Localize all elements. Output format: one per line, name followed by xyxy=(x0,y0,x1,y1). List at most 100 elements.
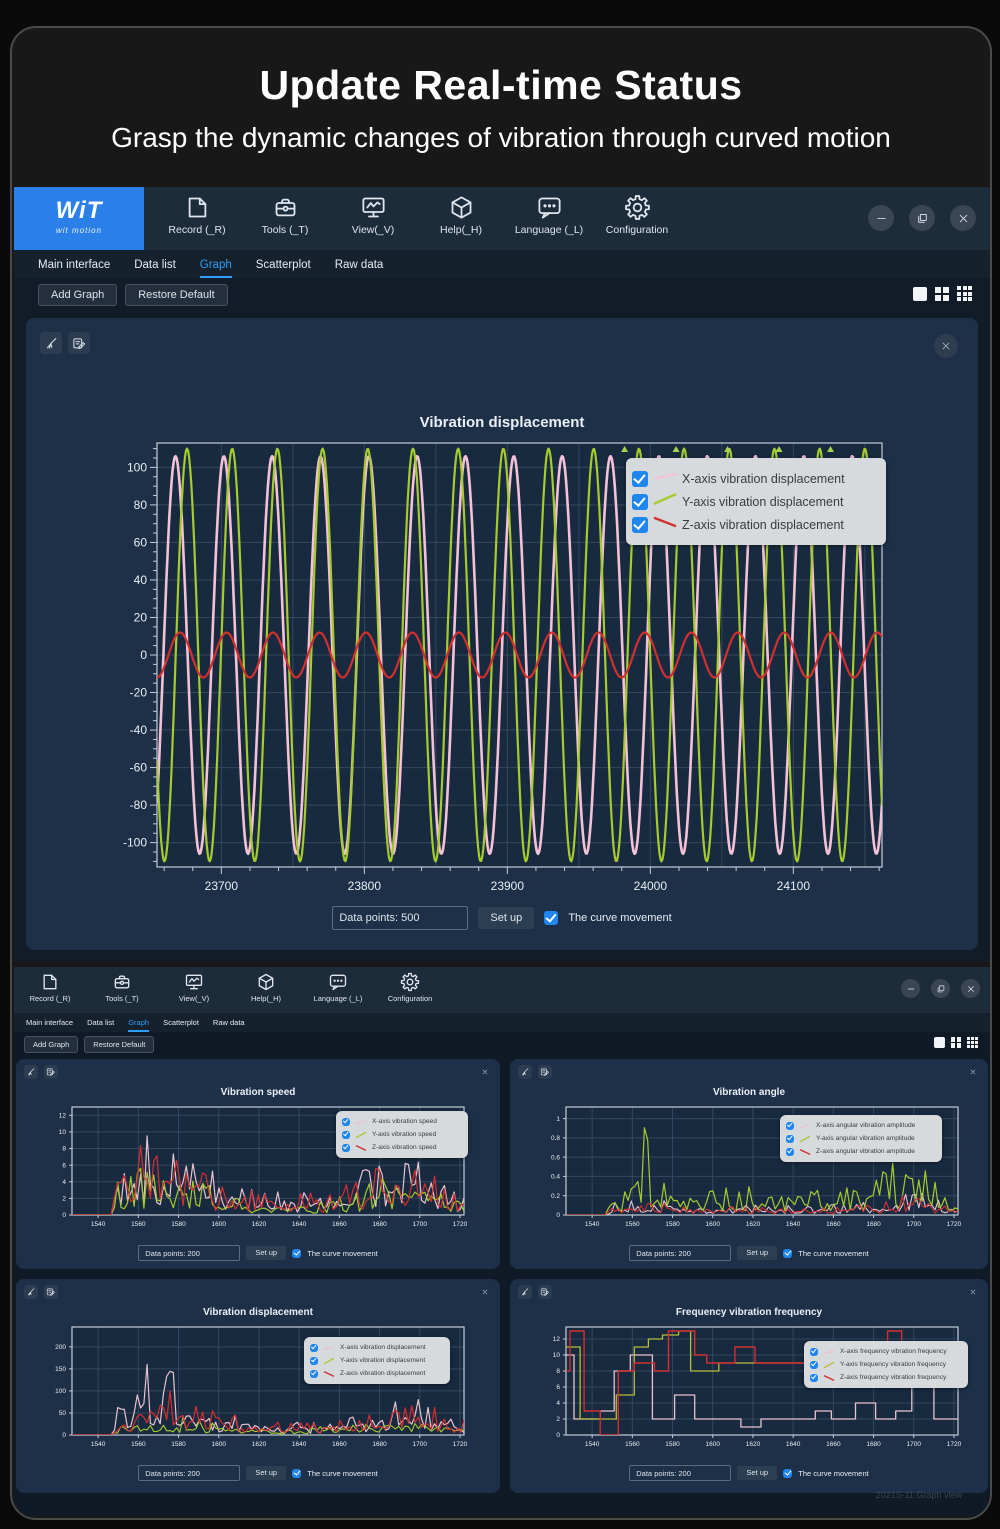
curve-movement-checkbox[interactable] xyxy=(544,911,558,925)
curve-movement-checkbox[interactable] xyxy=(783,1469,792,1478)
tab-graph[interactable]: Graph xyxy=(200,259,232,278)
legend-checkbox[interactable] xyxy=(786,1135,794,1143)
svg-text:1640: 1640 xyxy=(786,1221,801,1228)
legend-checkbox[interactable] xyxy=(810,1348,818,1356)
svg-text:1640: 1640 xyxy=(292,1221,307,1228)
legend-label: Y-axis vibration displacement xyxy=(340,1357,425,1364)
cube-icon xyxy=(256,972,276,992)
layout-3x3-icon[interactable] xyxy=(957,286,972,301)
svg-text:-60: -60 xyxy=(130,761,148,775)
maximize-button[interactable] xyxy=(931,979,950,998)
svg-text:1720: 1720 xyxy=(947,1441,962,1448)
menu-item-language-l[interactable]: Language (_L) xyxy=(518,194,580,236)
layout-2x2-icon[interactable] xyxy=(935,287,949,301)
menu-item-view-v[interactable]: View(_V) xyxy=(342,194,404,236)
tab-raw-data[interactable]: Raw data xyxy=(213,1018,245,1032)
tab-graph[interactable]: Graph xyxy=(128,1018,149,1032)
window-controls xyxy=(901,979,980,998)
promo-card: Update Real-time Status Grasp the dynami… xyxy=(10,26,992,1520)
legend-checkbox[interactable] xyxy=(310,1370,318,1378)
tab-main-interface[interactable]: Main interface xyxy=(38,259,110,278)
set-up-button[interactable]: Set up xyxy=(246,1466,286,1480)
minimize-button[interactable] xyxy=(901,979,920,998)
svg-text:1560: 1560 xyxy=(625,1441,640,1448)
restore-default-button[interactable]: Restore Default xyxy=(84,1036,154,1053)
chart-panel-vibration-angle: Vibration angle1540156015801600162016401… xyxy=(510,1059,988,1269)
data-points-input[interactable]: Data points: 200 xyxy=(138,1245,240,1261)
legend-checkbox[interactable] xyxy=(786,1148,794,1156)
menu-item-label: Tools (_T) xyxy=(262,224,309,236)
legend-checkbox[interactable] xyxy=(310,1344,318,1352)
curve-movement-checkbox[interactable] xyxy=(292,1469,301,1478)
svg-text:2: 2 xyxy=(556,1416,560,1423)
add-graph-button[interactable]: Add Graph xyxy=(38,284,117,306)
set-up-button[interactable]: Set up xyxy=(737,1246,777,1260)
legend-label: Z-axis frequency vibration frequency xyxy=(840,1374,946,1381)
menu-item-language-l[interactable]: Language (_L) xyxy=(312,972,364,1003)
legend-label: Z-axis vibration speed xyxy=(372,1144,437,1151)
svg-text:1540: 1540 xyxy=(585,1441,600,1448)
svg-text:12: 12 xyxy=(59,1113,67,1120)
curve-movement-checkbox[interactable] xyxy=(783,1249,792,1258)
layout-single-icon[interactable] xyxy=(913,287,927,301)
menu-item-configuration[interactable]: Configuration xyxy=(606,194,668,236)
menu-item-label: Configuration xyxy=(388,994,433,1003)
tab-data-list[interactable]: Data list xyxy=(87,1018,114,1032)
svg-text:1600: 1600 xyxy=(212,1221,227,1228)
tab-main-interface[interactable]: Main interface xyxy=(26,1018,73,1032)
legend-checkbox[interactable] xyxy=(632,471,648,487)
menu-item-record-r[interactable]: Record (_R) xyxy=(166,194,228,236)
minimize-button[interactable] xyxy=(868,205,894,231)
menu-item-tools-t[interactable]: Tools (_T) xyxy=(96,972,148,1003)
menu-item-help-h[interactable]: Help(_H) xyxy=(430,194,492,236)
layout-3x3-icon[interactable] xyxy=(967,1037,978,1048)
legend-label: Z-axis vibration displacement xyxy=(682,518,844,532)
legend-row: Z-axis vibration displacement xyxy=(310,1368,444,1379)
folder-icon xyxy=(40,972,60,992)
curve-movement-label: The curve movement xyxy=(307,1249,377,1258)
tab-scatterplot[interactable]: Scatterplot xyxy=(163,1018,199,1032)
menu-item-tools-t[interactable]: Tools (_T) xyxy=(254,194,316,236)
legend-checkbox[interactable] xyxy=(632,517,648,533)
brand-logo: WiT wit motion xyxy=(14,187,144,250)
tab-scatterplot[interactable]: Scatterplot xyxy=(256,259,311,278)
legend-checkbox[interactable] xyxy=(786,1122,794,1130)
set-up-button[interactable]: Set up xyxy=(246,1246,286,1260)
legend-checkbox[interactable] xyxy=(342,1144,350,1152)
menu-item-help-h[interactable]: Help(_H) xyxy=(240,972,292,1003)
menu-item-record-r[interactable]: Record (_R) xyxy=(24,972,76,1003)
chart-legend: X-axis angular vibration amplitudeY-axis… xyxy=(780,1115,942,1162)
menu-item-label: Language (_L) xyxy=(515,224,583,236)
data-points-input[interactable]: Data points: 200 xyxy=(629,1245,731,1261)
gear-icon xyxy=(400,972,420,992)
legend-checkbox[interactable] xyxy=(310,1357,318,1365)
curve-movement-checkbox[interactable] xyxy=(292,1249,301,1258)
restore-default-button[interactable]: Restore Default xyxy=(125,284,227,306)
legend-checkbox[interactable] xyxy=(632,494,648,510)
menu-item-configuration[interactable]: Configuration xyxy=(384,972,436,1003)
set-up-button[interactable]: Set up xyxy=(737,1466,777,1480)
tab-raw-data[interactable]: Raw data xyxy=(335,259,384,278)
svg-text:24000: 24000 xyxy=(634,879,668,893)
add-graph-button[interactable]: Add Graph xyxy=(24,1036,78,1053)
maximize-button[interactable] xyxy=(909,205,935,231)
legend-checkbox[interactable] xyxy=(342,1131,350,1139)
menu-item-view-v[interactable]: View(_V) xyxy=(168,972,220,1003)
tab-data-list[interactable]: Data list xyxy=(134,259,176,278)
data-points-input[interactable]: Data points: 200 xyxy=(138,1465,240,1481)
svg-text:6: 6 xyxy=(62,1162,66,1169)
data-points-input[interactable]: Data points: 200 xyxy=(629,1465,731,1481)
close-button[interactable] xyxy=(961,979,980,998)
layout-single-icon[interactable] xyxy=(934,1037,945,1048)
app-window-main: WiT wit motion Record (_R) Tools (_T) View… xyxy=(14,187,990,962)
legend-checkbox[interactable] xyxy=(810,1361,818,1369)
close-button[interactable] xyxy=(950,205,976,231)
set-up-button[interactable]: Set up xyxy=(478,907,534,929)
svg-text:0: 0 xyxy=(556,1212,560,1219)
layout-2x2-icon[interactable] xyxy=(951,1037,962,1048)
legend-checkbox[interactable] xyxy=(342,1118,350,1126)
svg-text:0.2: 0.2 xyxy=(551,1193,560,1200)
chart-legend: X-axis vibration displacementY-axis vibr… xyxy=(626,458,886,545)
data-points-input[interactable]: Data points: 500 xyxy=(332,906,468,930)
legend-checkbox[interactable] xyxy=(810,1374,818,1382)
